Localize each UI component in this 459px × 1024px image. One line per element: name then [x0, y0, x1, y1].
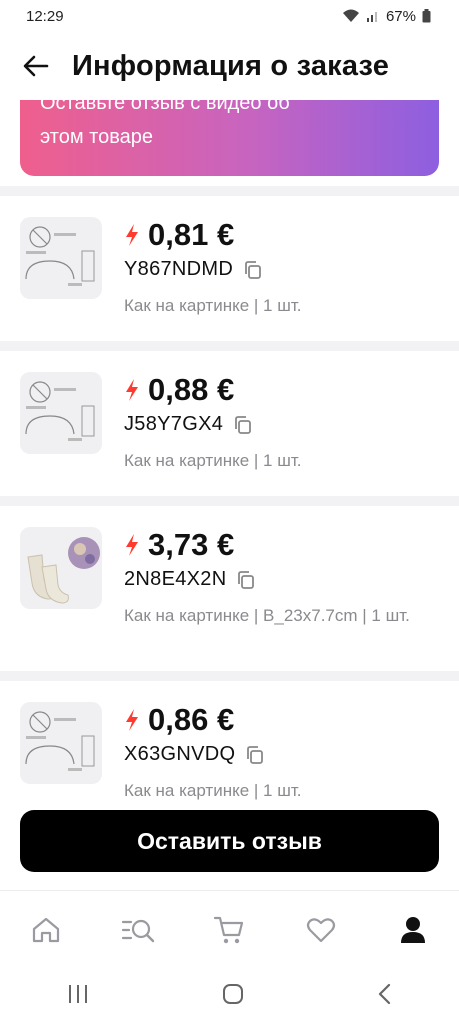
status-time: 12:29: [26, 7, 64, 25]
back-arrow-icon: [23, 55, 49, 77]
item-price: 3,73 €: [148, 527, 235, 562]
item-price: 0,88 €: [148, 372, 235, 407]
item-variant: Как на картинке | 1 шт.: [124, 451, 302, 470]
back-button[interactable]: [16, 46, 56, 86]
item-code: X63GNVDQ: [124, 743, 236, 765]
flash-sale-icon: [126, 379, 138, 401]
item-price: 0,86 €: [148, 702, 235, 737]
nav-wishlist[interactable]: [296, 905, 346, 955]
item-variant: Как на картинке | B_23x7.7cm | 1 шт.: [124, 606, 410, 625]
copy-icon[interactable]: [245, 745, 265, 765]
code-row: J58Y7GX4: [124, 413, 253, 436]
video-review-banner[interactable]: Оставьте отзыв с видео об этом товаре: [20, 100, 439, 176]
product-thumbnail[interactable]: [20, 702, 102, 784]
leave-review-button[interactable]: Оставить отзыв: [20, 810, 439, 872]
item-price: 0,81 €: [148, 217, 235, 252]
recent-apps-button[interactable]: [66, 983, 90, 1010]
wifi-icon: [342, 9, 360, 23]
cart-icon: [214, 916, 244, 944]
copy-icon[interactable]: [233, 415, 253, 435]
review-button-bar: Оставить отзыв: [0, 808, 459, 890]
product-thumbnail[interactable]: [20, 527, 102, 609]
code-row: 2N8E4X2N: [124, 568, 256, 591]
app-header: Информация о заказе: [0, 32, 459, 100]
nav-cart[interactable]: [204, 905, 254, 955]
recent-apps-icon: [69, 984, 88, 1003]
order-item[interactable]: 0,86 € X63GNVDQ Как на картинке | 1 шт.: [0, 681, 459, 808]
flash-sale-icon: [126, 534, 138, 556]
price-row: 0,81 €: [124, 217, 234, 253]
code-row: X63GNVDQ: [124, 743, 265, 766]
battery-percent: 67%: [385, 7, 416, 25]
home-system-button[interactable]: [222, 983, 244, 1010]
banner-line-2: этом товаре: [40, 126, 153, 148]
bottom-navigation: [0, 890, 459, 969]
code-row: Y867NDMD: [124, 258, 263, 281]
order-item[interactable]: 0,88 € J58Y7GX4 Как на картинке | 1 шт.: [0, 351, 459, 496]
price-row: 0,88 €: [124, 372, 234, 408]
order-item[interactable]: 3,73 € 2N8E4X2N Как на картинке | B_23x7…: [0, 506, 459, 671]
copy-icon[interactable]: [243, 260, 263, 280]
item-code: J58Y7GX4: [124, 413, 224, 435]
nav-catalog[interactable]: [113, 905, 163, 955]
item-code: Y867NDMD: [124, 258, 234, 280]
banner-section: Оставьте отзыв с видео об этом товаре: [0, 100, 459, 186]
product-thumbnail[interactable]: [20, 217, 102, 299]
system-back-button[interactable]: [377, 983, 393, 1010]
home-circle-icon: [223, 983, 244, 1004]
profile-icon: [401, 917, 426, 943]
catalog-search-icon: [121, 919, 154, 943]
product-thumbnail[interactable]: [20, 372, 102, 454]
back-chevron-icon: [378, 983, 390, 1004]
flash-sale-icon: [126, 224, 138, 246]
nav-profile[interactable]: [388, 905, 438, 955]
item-variant: Как на картинке | 1 шт.: [124, 781, 302, 800]
flash-sale-icon: [126, 709, 138, 731]
home-icon: [32, 917, 59, 943]
battery-icon: [422, 9, 431, 23]
status-bar: 12:29 67%: [0, 0, 459, 32]
signal-icon: [366, 9, 380, 23]
status-icons: 67%: [342, 8, 431, 25]
nav-home[interactable]: [21, 905, 71, 955]
item-code: 2N8E4X2N: [124, 568, 227, 590]
order-item[interactable]: 0,81 € Y867NDMD Как на картинке | 1 шт.: [0, 196, 459, 341]
banner-line-1: Оставьте отзыв с видео об: [40, 100, 290, 114]
item-variant: Как на картинке | 1 шт.: [124, 296, 302, 315]
heart-icon: [307, 918, 336, 943]
order-details-scroll[interactable]: Оставьте отзыв с видео об этом товаре 0,…: [0, 100, 459, 808]
copy-icon[interactable]: [236, 570, 256, 590]
price-row: 3,73 €: [124, 527, 234, 563]
page-title: Информация о заказе: [72, 49, 390, 82]
price-row: 0,86 €: [124, 702, 234, 738]
system-navigation: [0, 968, 459, 1024]
